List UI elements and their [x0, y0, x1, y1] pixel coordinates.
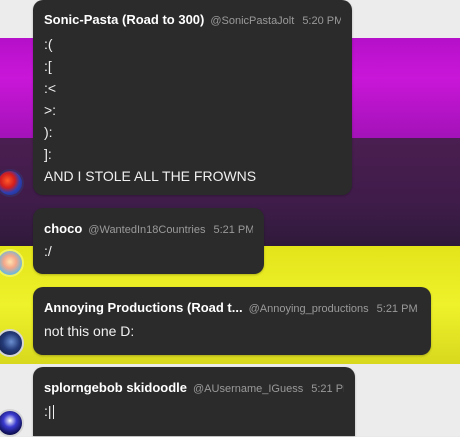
- message-line: :(: [44, 36, 53, 52]
- message-text: :|: [44, 403, 52, 419]
- message-line: :[: [44, 58, 52, 74]
- chat-message[interactable]: splorngebob skidoodle @AUsername_IGuess …: [33, 367, 355, 436]
- message-handle[interactable]: @Annoying_productions: [249, 303, 369, 315]
- message-timestamp: 5:21 PM: [311, 383, 344, 395]
- message-body: :( :[ :< >: ): ]: AND I STOLE ALL THE FR…: [44, 33, 341, 187]
- chat-message[interactable]: choco @WantedIn18Countries 5:21 PM :/: [33, 208, 264, 274]
- message-line: :|: [44, 400, 344, 422]
- message-timestamp: 5:20 PM: [302, 15, 341, 27]
- chat-message[interactable]: Annoying Productions (Road t... @Annoyin…: [33, 287, 431, 355]
- message-author[interactable]: splorngebob skidoodle: [44, 380, 187, 395]
- message-header: Sonic-Pasta (Road to 300) @SonicPastaJol…: [44, 12, 341, 27]
- message-header: choco @WantedIn18Countries 5:21 PM: [44, 221, 253, 236]
- message-handle[interactable]: @AUsername_IGuess: [193, 383, 303, 395]
- message-author[interactable]: Sonic-Pasta (Road to 300): [44, 12, 204, 27]
- message-line: :/: [44, 243, 52, 259]
- message-line: >:: [44, 102, 57, 118]
- message-body: :/: [44, 240, 253, 262]
- message-header: Annoying Productions (Road t... @Annoyin…: [44, 300, 420, 315]
- message-body: not this one D:: [44, 320, 420, 342]
- message-header: splorngebob skidoodle @AUsername_IGuess …: [44, 380, 344, 395]
- message-line: ]:: [44, 146, 52, 162]
- message-line: ):: [44, 124, 53, 140]
- message-handle[interactable]: @WantedIn18Countries: [88, 224, 205, 236]
- message-line: :<: [44, 80, 57, 96]
- message-author[interactable]: choco: [44, 221, 82, 236]
- message-line: AND I STOLE ALL THE FROWNS: [44, 168, 257, 184]
- message-handle[interactable]: @SonicPastaJolt: [210, 15, 294, 27]
- message-body: :|: [44, 400, 344, 422]
- chat-message[interactable]: Sonic-Pasta (Road to 300) @SonicPastaJol…: [33, 0, 352, 195]
- message-line: not this one D:: [44, 323, 135, 339]
- message-timestamp: 5:21 PM: [376, 303, 418, 315]
- message-author[interactable]: Annoying Productions (Road t...: [44, 300, 243, 315]
- text-cursor: [52, 405, 54, 420]
- message-timestamp: 5:21 PM: [213, 224, 253, 236]
